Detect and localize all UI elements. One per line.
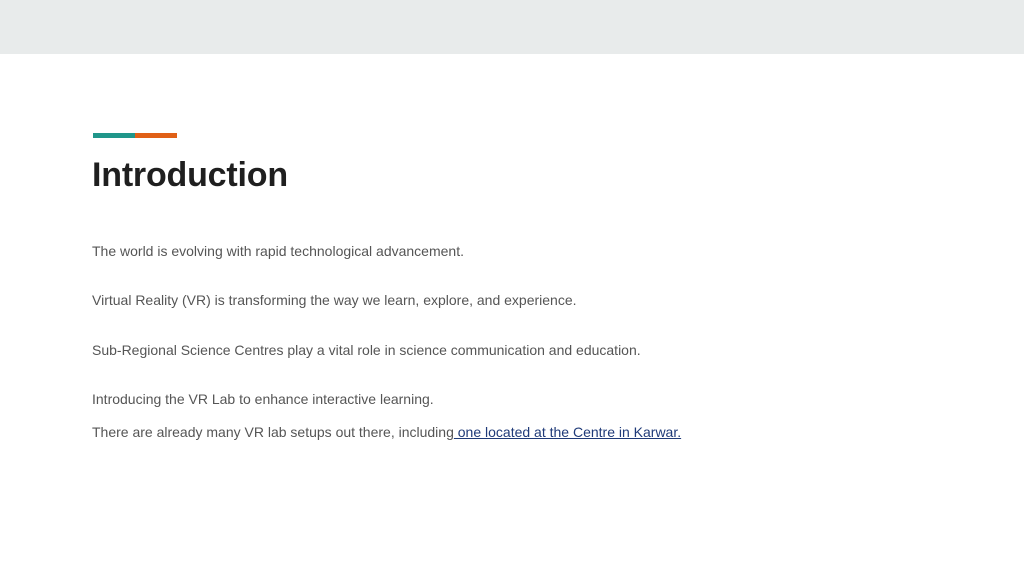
- paragraph-3: Sub-Regional Science Centres play a vita…: [92, 342, 641, 358]
- accent-bar-teal: [93, 133, 135, 138]
- title-accent-bar: [93, 133, 177, 138]
- paragraph-5: There are already many VR lab setups out…: [92, 423, 681, 441]
- paragraph-5-text: There are already many VR lab setups out…: [92, 424, 454, 440]
- slide-title: Introduction: [92, 156, 288, 194]
- accent-bar-orange: [135, 133, 177, 138]
- karwar-centre-link[interactable]: one located at the Centre in Karwar.: [454, 424, 681, 440]
- paragraph-1: The world is evolving with rapid technol…: [92, 243, 464, 259]
- top-band: [0, 0, 1024, 54]
- paragraph-2: Virtual Reality (VR) is transforming the…: [92, 292, 577, 308]
- paragraph-4: Introducing the VR Lab to enhance intera…: [92, 391, 434, 407]
